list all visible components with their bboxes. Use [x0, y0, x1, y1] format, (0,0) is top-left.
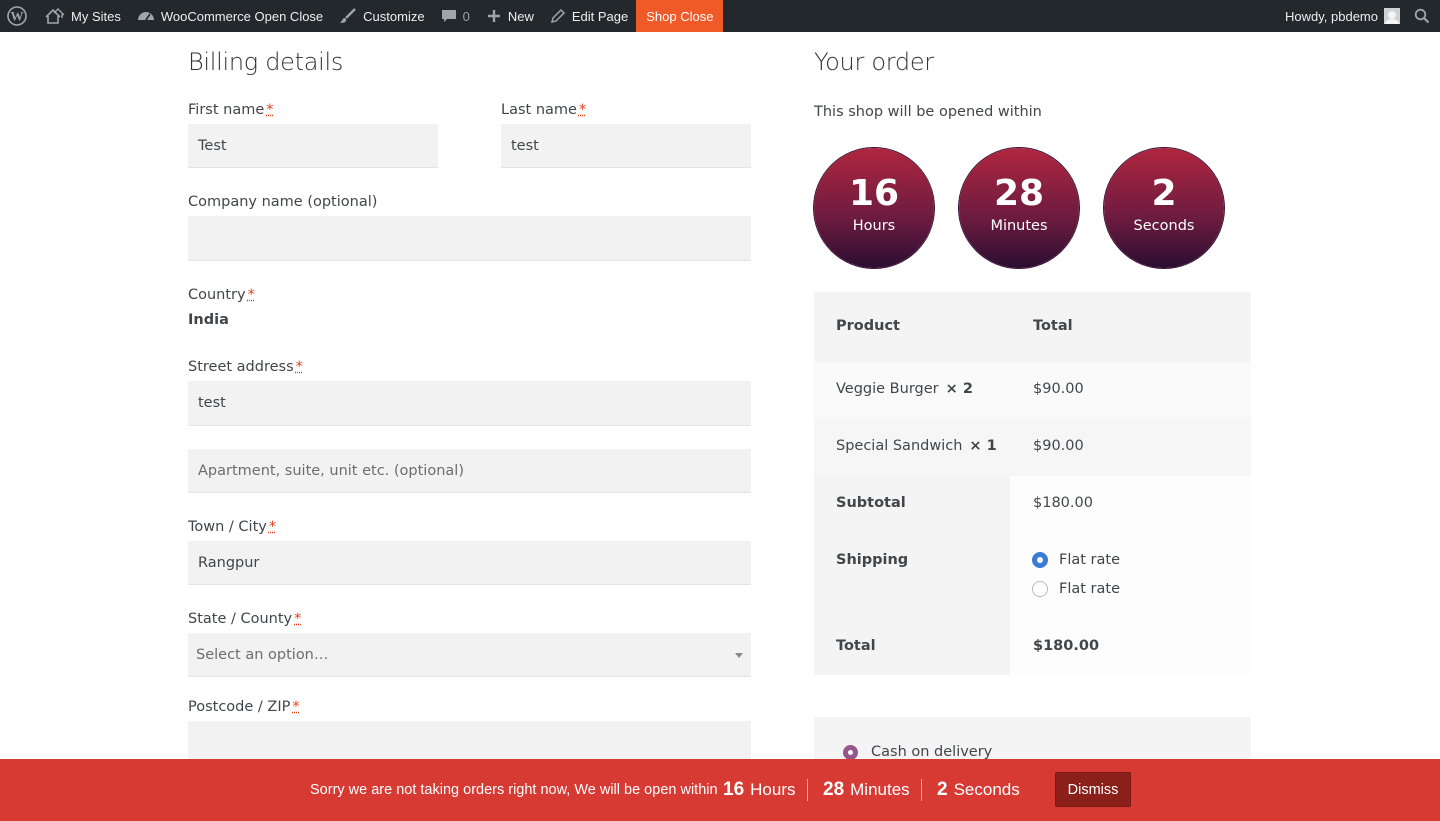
edit-page-link[interactable]: Edit Page — [542, 0, 636, 32]
shop-closed-notice: Sorry we are not taking orders right now… — [0, 759, 1440, 821]
order-item-total: $90.00 — [1033, 381, 1084, 397]
order-item-name: Special Sandwich × 1 — [836, 438, 997, 454]
admin-bar: W My Sites WooCommerce Open Close Custom… — [0, 0, 1440, 32]
countdown-seconds: 2 Seconds — [1104, 148, 1224, 268]
town-city-label: Town / City * — [188, 519, 277, 535]
comments-link[interactable]: 0 — [433, 0, 478, 32]
radio-selected-icon[interactable] — [1032, 552, 1048, 568]
radio-selected-icon[interactable] — [843, 744, 858, 760]
notice-divider — [921, 779, 922, 801]
subtotal-value: $180.00 — [1033, 495, 1093, 511]
countdown-minutes: 28 Minutes — [959, 148, 1079, 268]
payment-option-cod[interactable]: Cash on delivery — [843, 744, 992, 760]
total-value: $180.00 — [1033, 638, 1100, 654]
shipping-option-flat-rate[interactable]: Flat rate — [1032, 552, 1120, 568]
notice-seconds: 2 Seconds — [937, 779, 1020, 800]
notice-minutes: 28 Minutes — [823, 779, 910, 800]
countdown-minutes-value: 28 — [993, 173, 1045, 214]
edit-page-label: Edit Page — [571, 8, 629, 24]
notice-divider — [807, 779, 808, 801]
site-name-label: WooCommerce Open Close — [160, 8, 324, 24]
comment-icon — [441, 10, 456, 22]
total-column-header: Total — [1033, 318, 1073, 334]
pencil-icon — [550, 8, 565, 24]
countdown-hours: 16 Hours — [814, 148, 934, 268]
svg-text:W: W — [11, 9, 24, 24]
street-address-value: test — [198, 395, 226, 411]
shop-close-label: Shop Close — [646, 8, 714, 24]
my-sites-menu[interactable]: My Sites — [37, 0, 129, 32]
chevron-down-icon — [735, 652, 743, 658]
dashboard-icon — [137, 12, 154, 21]
countdown-seconds-unit: Seconds — [1133, 218, 1195, 234]
total-label: Total — [836, 638, 876, 654]
notice-message: Sorry we are not taking orders right now… — [310, 782, 718, 798]
comments-count: 0 — [462, 8, 470, 24]
new-content-menu[interactable]: New — [478, 0, 542, 32]
shipping-option-flat-rate-2[interactable]: Flat rate — [1032, 581, 1120, 597]
street-address-field[interactable]: test — [188, 381, 751, 426]
company-name-label: Company name (optional) — [188, 194, 378, 210]
subtotal-label: Subtotal — [836, 495, 906, 511]
first-name-value: Test — [198, 137, 227, 154]
first-name-label: First name * — [188, 102, 274, 118]
street-address-label: Street address * — [188, 359, 303, 375]
apartment-placeholder: Apartment, suite, unit etc. (optional) — [198, 462, 464, 479]
countdown-minutes-unit: Minutes — [990, 218, 1048, 234]
country-label: Country * — [188, 287, 255, 303]
countdown-hours-unit: Hours — [852, 218, 896, 234]
state-county-label: State / County * — [188, 611, 302, 627]
search-icon — [1414, 8, 1430, 24]
my-sites-icon — [45, 8, 65, 24]
wordpress-logo-icon[interactable]: W — [0, 0, 37, 32]
state-county-select[interactable]: Select an option… — [188, 633, 751, 677]
site-name-menu[interactable]: WooCommerce Open Close — [129, 0, 331, 32]
countdown-seconds-value: 2 — [1151, 173, 1177, 214]
order-item-name: Veggie Burger × 2 — [836, 381, 973, 397]
new-label: New — [507, 8, 534, 24]
order-item-total: $90.00 — [1033, 438, 1084, 454]
your-order-heading: Your order — [814, 48, 934, 76]
shipping-option-label: Flat rate — [1059, 581, 1121, 597]
dismiss-button[interactable]: Dismiss — [1055, 772, 1131, 807]
state-county-placeholder: Select an option… — [196, 646, 329, 663]
first-name-field[interactable]: Test — [188, 124, 438, 168]
last-name-value: test — [511, 137, 539, 154]
howdy-label: Howdy, pbdemo — [1285, 8, 1378, 24]
account-menu[interactable]: Howdy, pbdemo — [1277, 0, 1408, 32]
brush-icon — [340, 8, 357, 23]
my-sites-label: My Sites — [71, 8, 121, 24]
last-name-field[interactable]: test — [501, 124, 751, 168]
town-city-field[interactable]: Rangpur — [188, 541, 751, 585]
billing-details-heading: Billing details — [188, 48, 344, 76]
plus-icon — [487, 10, 500, 22]
company-name-field[interactable] — [188, 216, 751, 261]
postcode-label: Postcode / ZIP * — [188, 699, 300, 715]
search-button[interactable] — [1408, 0, 1440, 32]
notice-hours: 16 Hours — [723, 779, 796, 800]
town-city-value: Rangpur — [198, 554, 260, 571]
shipping-option-label: Flat rate — [1059, 552, 1121, 568]
customize-label: Customize — [363, 8, 425, 24]
countdown-text: This shop will be opened within — [814, 104, 1042, 120]
customize-link[interactable]: Customize — [331, 0, 432, 32]
shop-close-button[interactable]: Shop Close — [636, 0, 724, 32]
country-value: India — [188, 312, 229, 328]
countdown-hours-value: 16 — [848, 173, 900, 214]
radio-unselected-icon[interactable] — [1032, 581, 1048, 597]
apartment-field[interactable]: Apartment, suite, unit etc. (optional) — [188, 449, 751, 493]
last-name-label: Last name * — [501, 102, 587, 118]
avatar — [1384, 8, 1400, 24]
product-column-header: Product — [836, 318, 900, 334]
shipping-label: Shipping — [836, 552, 909, 568]
payment-method-label: Cash on delivery — [871, 744, 993, 760]
